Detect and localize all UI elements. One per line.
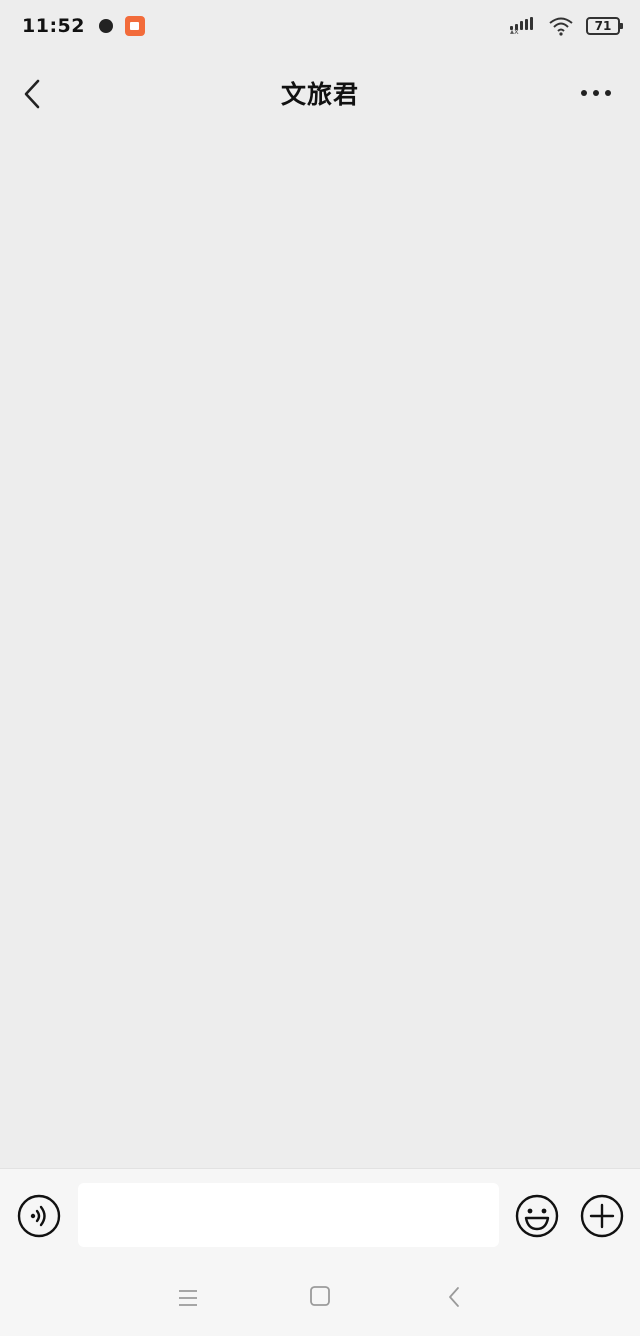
signal-icon: ▴x bbox=[510, 16, 536, 36]
status-bar: 11:52 ▴x 71 bbox=[0, 0, 640, 52]
voice-input-icon[interactable] bbox=[17, 1194, 61, 1238]
more-horizontal-icon[interactable] bbox=[580, 88, 612, 98]
home-icon[interactable] bbox=[309, 1285, 331, 1307]
status-icons: ▴x 71 bbox=[510, 16, 623, 36]
status-time: 11:52 bbox=[22, 15, 85, 37]
system-navigation-bar bbox=[0, 1260, 640, 1336]
chevron-left-icon[interactable] bbox=[18, 78, 46, 110]
menu-icon[interactable] bbox=[177, 1287, 199, 1309]
battery-level: 71 bbox=[594, 19, 612, 33]
plus-circle-icon[interactable] bbox=[580, 1194, 624, 1238]
emoji-icon[interactable] bbox=[515, 1194, 559, 1238]
message-input-bar bbox=[0, 1168, 640, 1260]
battery-icon: 71 bbox=[586, 17, 623, 35]
recording-dot-icon bbox=[98, 19, 113, 33]
chat-header: 文旅君 bbox=[0, 52, 640, 134]
back-icon[interactable] bbox=[446, 1285, 462, 1309]
message-input[interactable] bbox=[78, 1183, 499, 1247]
app-notification-icon bbox=[124, 16, 145, 36]
chat-message-list[interactable] bbox=[0, 134, 640, 1168]
chat-title: 文旅君 bbox=[280, 80, 359, 109]
wifi-icon bbox=[549, 17, 573, 36]
